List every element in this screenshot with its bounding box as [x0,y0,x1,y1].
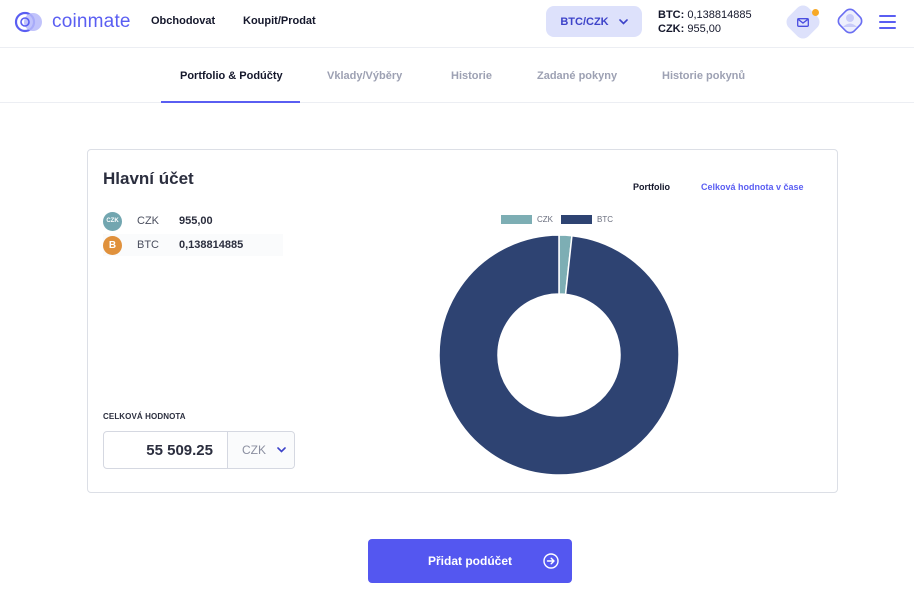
tab-portfolio[interactable]: Portfolio & Podúčty [180,70,283,82]
total-currency-select[interactable]: CZK [228,432,294,468]
mail-icon [797,17,809,27]
add-subaccount-button[interactable]: Přidat podúčet [368,539,572,583]
tab-order-history[interactable]: Historie pokynů [662,70,745,82]
donut-slice-btc [438,234,680,476]
legend-label: CZK [537,215,553,224]
tab-history[interactable]: Historie [451,70,492,82]
legend-label: BTC [597,215,613,224]
account-card: Hlavní účet Portfolio Celková hodnota v … [87,149,838,493]
czk-coin-icon: CZK [103,211,122,231]
hamburger-icon[interactable] [879,15,896,31]
legend-item-czk: CZK [501,215,553,224]
tab-bar: Portfolio & Podúčty Vklady/Výběry Histor… [0,49,914,103]
avatar-icon[interactable] [834,5,866,37]
chevron-down-icon [618,18,628,25]
view-portfolio-button[interactable]: Portfolio [633,182,670,192]
active-tab-indicator [161,101,300,103]
pair-selector-label: BTC/CZK [560,15,609,28]
legend-swatch [501,215,532,224]
total-value-label: CELKOVÁ HODNOTA [103,412,186,421]
pair-selector[interactable]: BTC/CZK [546,6,642,37]
balance-btc: BTC: 0,138814885 [658,9,752,21]
asset-code: CZK [137,215,159,227]
tab-deposits-withdrawals[interactable]: Vklady/Výběry [327,70,402,82]
nav-buy-sell[interactable]: Koupit/Prodat [243,15,316,27]
add-subaccount-label: Přidat podúčet [427,554,512,568]
tab-open-orders[interactable]: Zadané pokyny [537,70,617,82]
asset-code: BTC [137,239,159,251]
asset-row-btc: B BTC 0,138814885 [103,234,283,256]
total-value-box: 55 509.25 CZK [103,431,295,469]
portfolio-donut-chart [438,234,680,476]
brand-name: coinmate [52,11,131,32]
asset-row-czk: CZK CZK 955,00 [103,210,283,232]
brand-logo[interactable]: coinmate [14,9,131,35]
view-value-over-time-button[interactable]: Celková hodnota v čase [701,182,804,192]
btc-coin-icon: B [103,235,122,255]
total-currency-label: CZK [242,443,266,457]
legend-swatch [561,215,592,224]
notification-dot [812,9,819,16]
legend-item-btc: BTC [561,215,613,224]
balances-summary: BTC: 0,138814885 CZK: 955,00 [658,8,752,36]
chart-legend: CZK BTC [501,215,613,224]
total-value-amount: 55 509.25 [104,432,228,468]
top-bar: coinmate Obchodovat Koupit/Prodat BTC/CZ… [0,0,914,48]
messages-button[interactable] [783,2,823,42]
arrow-right-circle-icon [543,553,559,569]
asset-amount: 0,138814885 [179,239,244,251]
account-title: Hlavní účet [103,169,194,188]
asset-amount: 955,00 [179,215,213,227]
logo-icon [14,11,42,33]
chevron-down-icon [277,447,286,453]
nav-trade[interactable]: Obchodovat [151,15,215,27]
balance-czk: CZK: 955,00 [658,23,721,35]
